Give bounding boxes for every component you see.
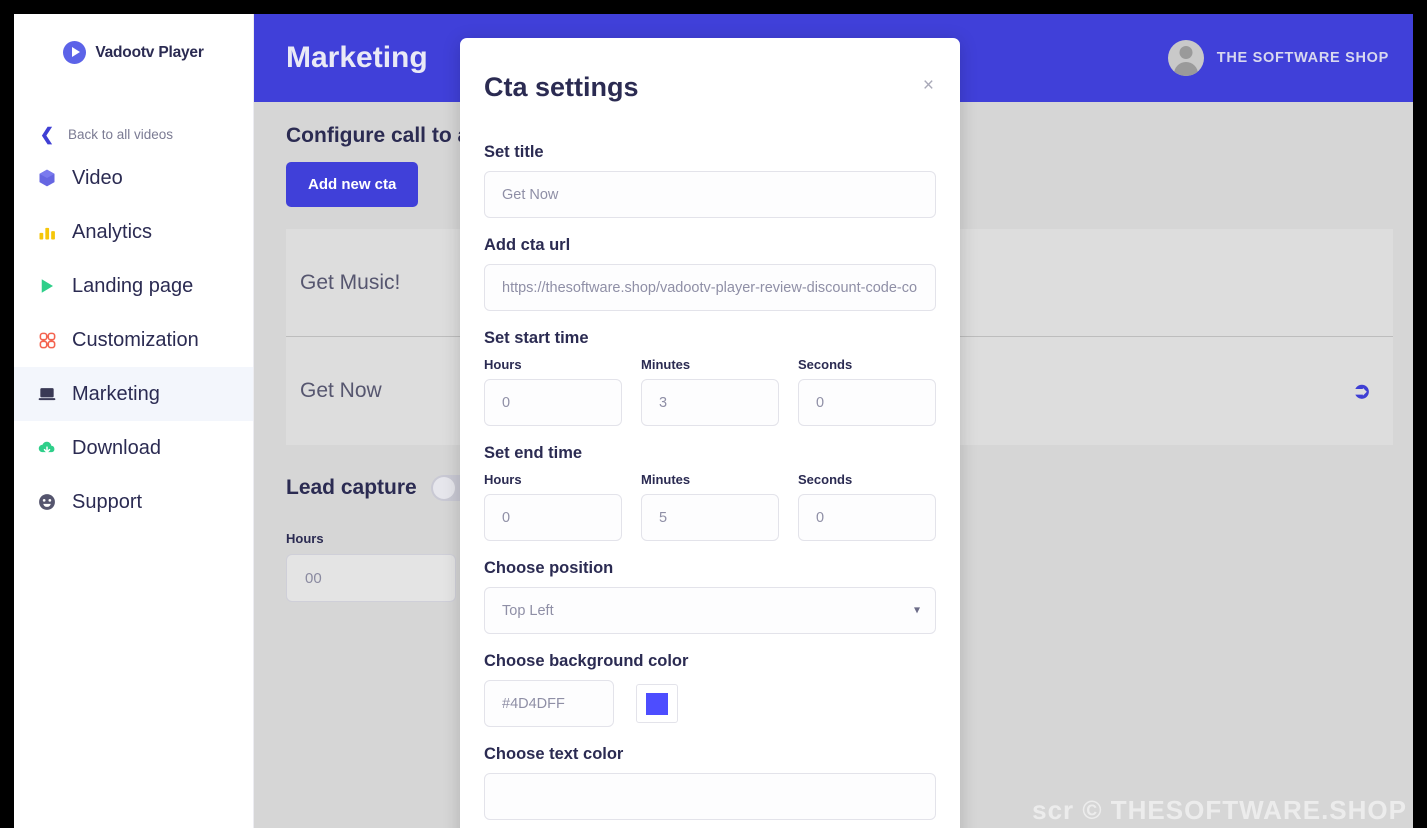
add-new-cta-button[interactable]: Add new cta: [286, 162, 419, 207]
layout-icon: [36, 329, 58, 351]
play-circle-icon: [63, 41, 87, 64]
play-icon: [36, 275, 58, 297]
set-title-input[interactable]: [484, 171, 936, 218]
page-title: Marketing: [286, 41, 428, 74]
sidebar-item-label: Analytics: [72, 220, 153, 243]
username-label: THE SOFTWARE SHOP: [1216, 50, 1389, 66]
background-color-swatch-button[interactable]: [636, 684, 678, 723]
sidebar-item-label: Download: [72, 436, 161, 459]
sidebar-item-label: Landing page: [72, 274, 194, 297]
sidebar-nav: ❮ Back to all videos Video Analytics Lan…: [14, 118, 253, 529]
lead-capture-title: Lead capture: [286, 476, 417, 499]
bar-chart-icon: [36, 221, 58, 243]
cta-url-input[interactable]: [484, 264, 936, 311]
end-seconds-field: Seconds: [798, 472, 936, 541]
end-minutes-input[interactable]: [641, 494, 779, 541]
lead-hours-input[interactable]: 00: [286, 554, 456, 602]
sidebar-item-label: Support: [72, 490, 143, 513]
cta-url-label: Add cta url: [484, 236, 571, 254]
close-icon[interactable]: ×: [923, 76, 934, 95]
background-color-input[interactable]: [484, 680, 614, 727]
field-label: Hours: [484, 357, 522, 372]
end-time-row: Hours Minutes Seconds: [484, 472, 936, 541]
modal-title: Cta settings: [484, 72, 639, 102]
end-time-label: Set end time: [484, 444, 583, 462]
sidebar-back-label: Back to all videos: [68, 127, 174, 142]
edit-icon[interactable]: ➲: [1353, 378, 1371, 404]
app-logo[interactable]: Vadootv Player: [14, 14, 253, 74]
user-avatar-icon: [1167, 40, 1204, 76]
background-color-row: [484, 680, 936, 727]
sidebar-item-label: Customization: [72, 328, 199, 351]
lead-hours-field: Hours 00: [286, 531, 456, 602]
sidebar-item-customization[interactable]: Customization: [14, 313, 253, 367]
start-time-label: Set start time: [484, 329, 589, 347]
sidebar-item-label: Video: [72, 166, 123, 189]
laptop-icon: [36, 383, 58, 405]
end-hours-field: Hours: [484, 472, 622, 541]
cta-name: Get Now: [300, 379, 382, 402]
end-seconds-input[interactable]: [798, 494, 936, 541]
background-color-label: Choose background color: [484, 652, 689, 670]
start-hours-input[interactable]: [484, 379, 622, 426]
sidebar-item-label: Marketing: [72, 382, 160, 405]
cta-row-actions: ➲: [1353, 378, 1371, 404]
field-label: Hours: [484, 472, 522, 487]
start-seconds-input[interactable]: [798, 379, 936, 426]
start-hours-field: Hours: [484, 357, 622, 426]
text-color-label: Choose text color: [484, 745, 624, 763]
app-logo-text: Vadootv Player: [95, 43, 204, 61]
chevron-left-icon: ❮: [39, 125, 55, 144]
position-select-wrapper: Top Left ▾: [484, 587, 936, 634]
end-minutes-field: Minutes: [641, 472, 779, 541]
text-color-input[interactable]: [484, 773, 936, 820]
start-minutes-input[interactable]: [641, 379, 779, 426]
sidebar-item-video[interactable]: Video: [14, 151, 253, 205]
sidebar-item-analytics[interactable]: Analytics: [14, 205, 253, 259]
sidebar-item-marketing[interactable]: Marketing: [14, 367, 253, 421]
start-time-row: Hours Minutes Seconds: [484, 357, 936, 426]
field-label: Minutes: [641, 357, 691, 372]
sidebar-item-back-to-all-videos[interactable]: ❮ Back to all videos: [14, 118, 253, 151]
cta-settings-modal: Cta settings × Set title Add cta url Set…: [460, 38, 960, 828]
sidebar: Vadootv Player ❮ Back to all videos Vide…: [14, 14, 254, 828]
watermark: scr © THESOFTWARE.SHOP: [1032, 795, 1407, 825]
field-label: Seconds: [798, 472, 853, 487]
app-window: Vadootv Player ❮ Back to all videos Vide…: [14, 14, 1413, 828]
start-minutes-field: Minutes: [641, 357, 779, 426]
modal-body: Set title Add cta url Set start time Hou…: [460, 103, 960, 828]
end-hours-input[interactable]: [484, 494, 622, 541]
set-title-label: Set title: [484, 143, 544, 161]
field-label: Minutes: [641, 472, 691, 487]
position-label: Choose position: [484, 559, 614, 577]
start-seconds-field: Seconds: [798, 357, 936, 426]
sidebar-item-support[interactable]: Support: [14, 475, 253, 529]
modal-header: Cta settings ×: [460, 38, 960, 103]
sidebar-item-landing-page[interactable]: Landing page: [14, 259, 253, 313]
color-swatch-icon: [646, 692, 668, 715]
cloud-download-icon: [36, 437, 58, 459]
field-label: Seconds: [798, 357, 853, 372]
smiley-icon: [36, 491, 58, 513]
sidebar-item-download[interactable]: Download: [14, 421, 253, 475]
position-select[interactable]: Top Left: [484, 587, 936, 634]
toggle-knob: [432, 477, 455, 499]
cta-name: Get Music!: [300, 270, 401, 294]
user-menu[interactable]: THE SOFTWARE SHOP: [1167, 40, 1389, 76]
field-label: Hours: [286, 531, 324, 546]
cube-icon: [36, 167, 58, 189]
